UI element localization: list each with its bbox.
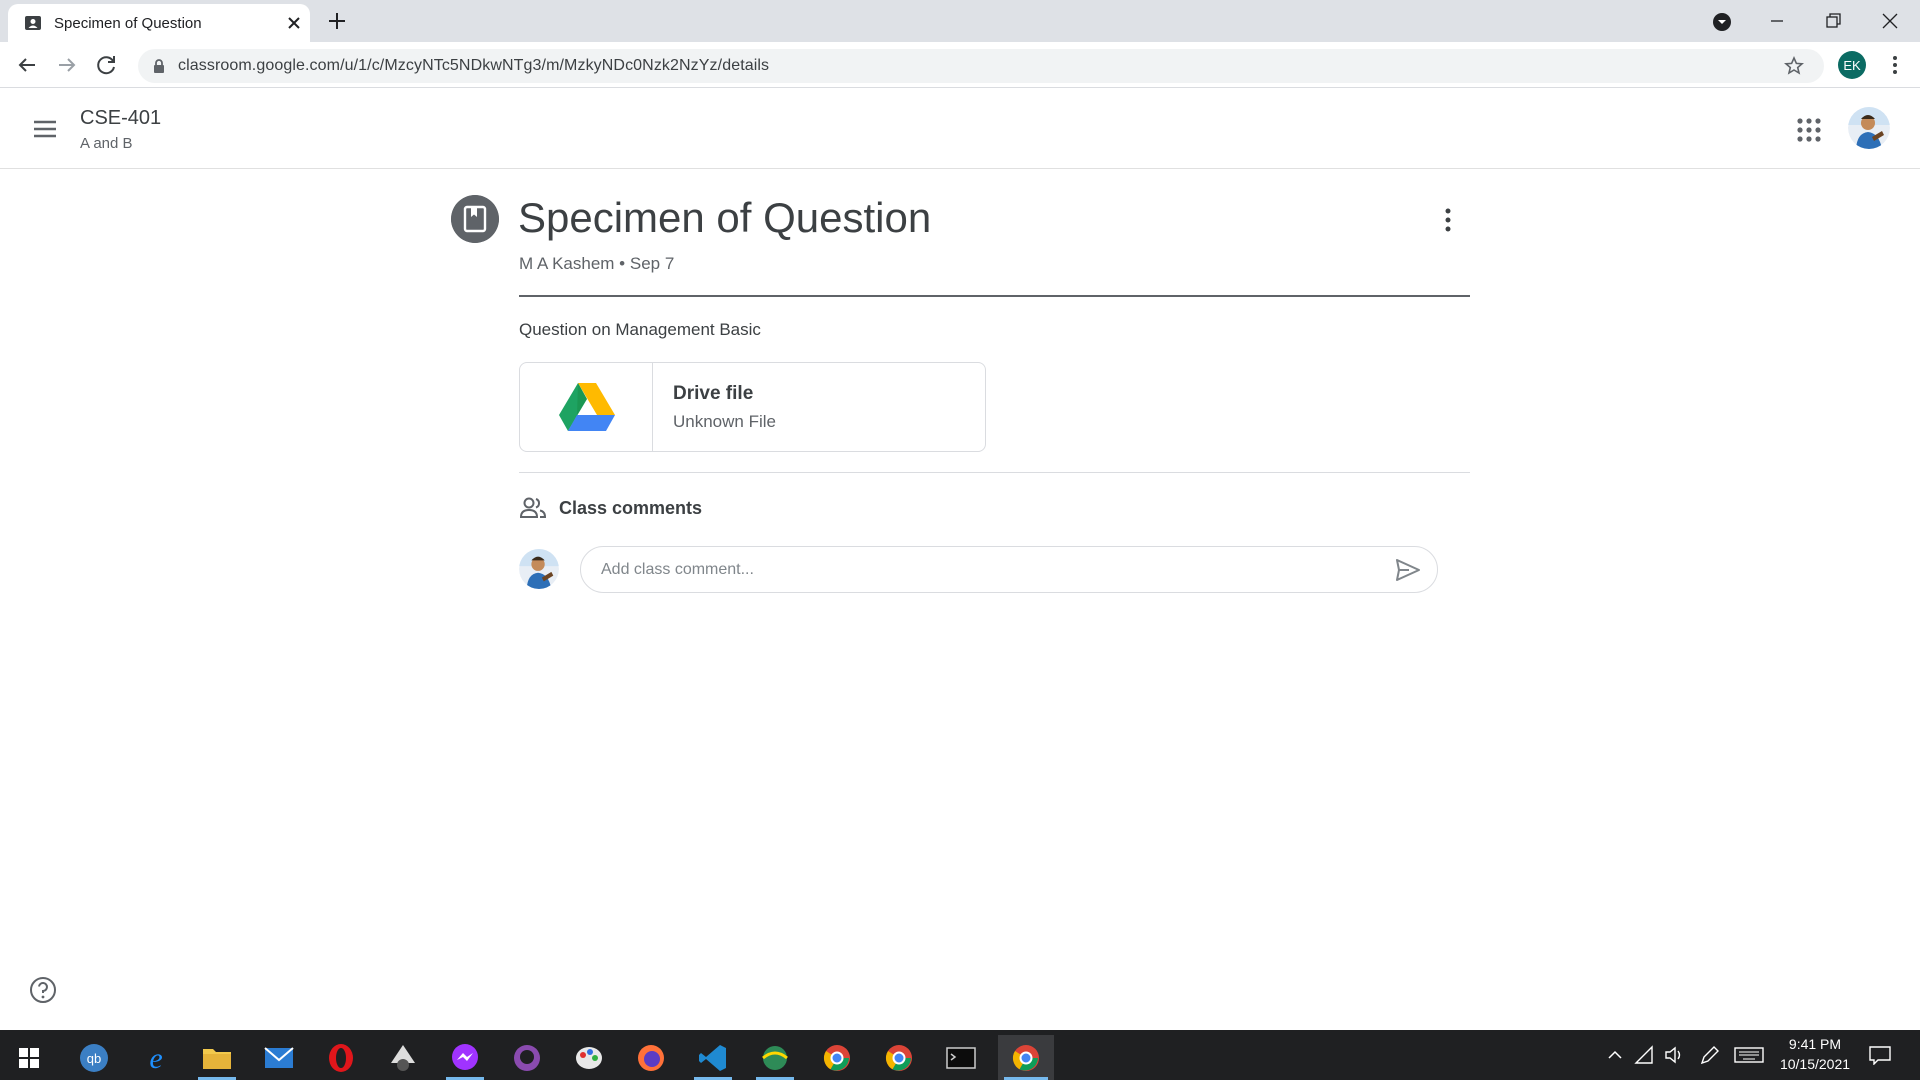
tab-title: Specimen of Question	[54, 15, 202, 32]
classroom-favicon-icon	[25, 16, 41, 30]
section-divider	[519, 472, 1470, 473]
windows-logo-icon	[19, 1047, 39, 1068]
browser-tab[interactable]: Specimen of Question	[8, 4, 310, 42]
account-avatar[interactable]	[1848, 107, 1890, 149]
attachment-thumbnail[interactable]	[520, 363, 653, 451]
start-button[interactable]	[4, 1035, 54, 1080]
browser-menu-icon[interactable]	[1884, 53, 1906, 77]
class-section: A and B	[80, 135, 133, 152]
taskbar-chrome[interactable]	[874, 1035, 924, 1080]
material-icon	[451, 195, 499, 243]
bookmark-star-icon[interactable]	[1784, 56, 1804, 76]
firefox-icon	[638, 1044, 664, 1071]
minimize-icon[interactable]	[1766, 10, 1788, 32]
title-divider	[519, 295, 1470, 297]
attachment-subtitle: Unknown File	[673, 412, 776, 431]
taskbar-vscode[interactable]	[688, 1035, 738, 1080]
windows-taskbar: qb e 9:41 PM 10/15/2021	[0, 1030, 1920, 1080]
taskbar-chrome-profile[interactable]	[812, 1035, 862, 1080]
post-description: Question on Management Basic	[519, 320, 761, 339]
chrome-icon	[885, 1044, 912, 1071]
taskbar-github-desktop[interactable]	[502, 1035, 552, 1080]
opera-icon	[329, 1043, 353, 1072]
help-icon[interactable]	[28, 975, 58, 1005]
github-icon	[514, 1044, 540, 1071]
back-icon[interactable]	[13, 51, 41, 79]
pen-icon[interactable]	[1698, 1045, 1720, 1065]
taskbar-inkscape[interactable]	[378, 1035, 428, 1080]
close-window-icon[interactable]	[1879, 10, 1901, 32]
chrome-icon	[823, 1044, 850, 1071]
taskbar-messenger[interactable]	[440, 1035, 490, 1080]
class-comment-input[interactable]	[580, 546, 1438, 593]
clock-time: 9:41 PM	[1788, 1036, 1842, 1052]
chrome-icon	[1012, 1044, 1039, 1071]
class-comments-heading: Class comments	[559, 498, 703, 518]
browser-toolbar: classroom.google.com/u/1/c/MzcyNTc5NDkwN…	[0, 42, 1920, 88]
tab-search-icon[interactable]	[1712, 12, 1732, 32]
action-center-icon[interactable]	[1868, 1045, 1892, 1065]
show-hidden-icons-icon[interactable]	[1604, 1045, 1626, 1065]
taskbar-opera[interactable]	[316, 1035, 366, 1080]
close-tab-icon[interactable]	[284, 13, 304, 33]
globe-icon	[762, 1045, 788, 1070]
folder-icon	[203, 1048, 231, 1069]
commenter-avatar	[519, 549, 559, 589]
system-clock[interactable]: 9:41 PM 10/15/2021	[1770, 1034, 1860, 1074]
people-icon	[519, 497, 547, 518]
svg-text:qb: qb	[87, 1051, 101, 1066]
taskbar-mail[interactable]	[254, 1035, 304, 1080]
keyboard-icon[interactable]	[1734, 1045, 1764, 1065]
inkscape-icon	[391, 1044, 415, 1071]
google-drive-icon	[559, 383, 615, 431]
forward-icon[interactable]	[53, 51, 81, 79]
restore-icon[interactable]	[1822, 10, 1844, 32]
reload-icon[interactable]	[93, 51, 121, 79]
post-title: Specimen of Question	[518, 194, 932, 241]
volume-icon[interactable]	[1663, 1045, 1685, 1065]
address-bar[interactable]: classroom.google.com/u/1/c/MzcyNTc5NDkwN…	[138, 49, 1824, 83]
taskbar-file-explorer[interactable]	[192, 1035, 242, 1080]
send-icon[interactable]	[1394, 556, 1422, 584]
browser-tab-strip: Specimen of Question	[0, 0, 1920, 42]
browser-profile-avatar[interactable]: EK	[1838, 51, 1866, 79]
taskbar-paint[interactable]	[564, 1035, 614, 1080]
clock-date: 10/15/2021	[1779, 1056, 1851, 1072]
taskbar-terminal[interactable]	[936, 1035, 986, 1080]
taskbar-maps[interactable]	[750, 1035, 800, 1080]
edge-icon: e	[149, 1043, 162, 1073]
post-meta: M A Kashem • Sep 7	[519, 254, 674, 274]
vscode-icon	[699, 1044, 726, 1071]
svg-text:e: e	[149, 1043, 162, 1073]
new-tab-icon[interactable]	[326, 10, 348, 32]
messenger-icon	[452, 1043, 478, 1070]
lock-icon[interactable]	[152, 58, 166, 74]
meta-separator: •	[619, 254, 626, 273]
classroom-header: CSE-401 A and B	[0, 89, 1920, 169]
main-menu-icon[interactable]	[28, 115, 62, 143]
class-name[interactable]: CSE-401	[80, 107, 161, 130]
google-apps-icon[interactable]	[1796, 117, 1822, 143]
paint-icon	[576, 1046, 602, 1069]
attachment-title[interactable]: Drive file	[673, 383, 753, 405]
url-text: classroom.google.com/u/1/c/MzcyNTc5NDkwN…	[178, 57, 770, 74]
post-author: M A Kashem	[519, 254, 615, 273]
qbittorrent-icon: qb	[80, 1043, 108, 1072]
taskbar-qbittorrent[interactable]: qb	[69, 1035, 119, 1080]
taskbar-firefox[interactable]	[626, 1035, 676, 1080]
drive-attachment-card[interactable]: Drive file Unknown File	[519, 362, 986, 452]
taskbar-edge[interactable]: e	[131, 1035, 181, 1080]
more-options-icon[interactable]	[1442, 206, 1454, 236]
network-icon[interactable]	[1634, 1045, 1656, 1065]
terminal-icon	[946, 1046, 976, 1069]
post-date: Sep 7	[629, 254, 675, 273]
taskbar-chrome-ek[interactable]	[998, 1035, 1054, 1080]
mail-icon	[264, 1046, 294, 1068]
